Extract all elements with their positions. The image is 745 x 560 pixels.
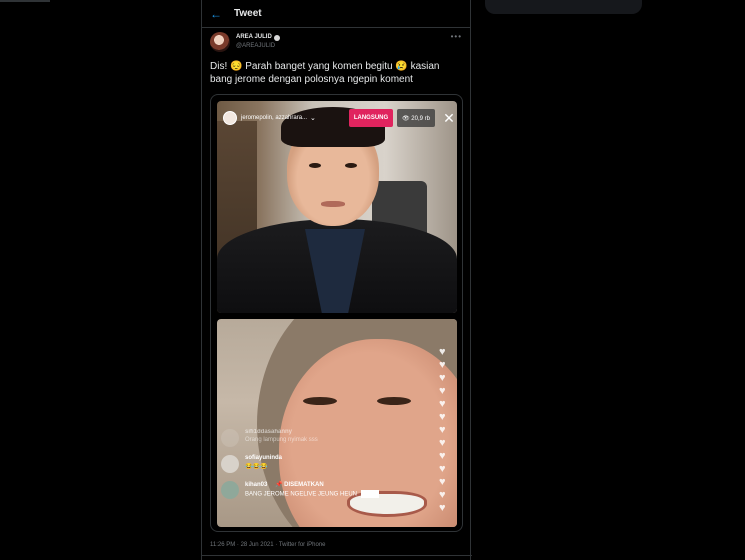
tweet-column: ← Tweet AREA JULID @AREAJULID ••• Dis! 😔… <box>201 0 472 560</box>
comment-item-pinned[interactable]: kihan03 📌 DISEMATKAN BANG JEROME NGELIVE… <box>221 481 421 499</box>
tweet-media[interactable]: jeromepolin, azzahrara... ⌄ LANGSUNG 👁 2… <box>210 94 463 532</box>
comment-user: kihan03 <box>245 482 268 488</box>
commenter-avatar <box>221 481 239 499</box>
heart-icon: ♥ <box>439 476 446 488</box>
live-avatar[interactable] <box>223 111 237 125</box>
page-title: Tweet <box>234 8 262 19</box>
live-video-host: jeromepolin, azzahrara... ⌄ LANGSUNG 👁 2… <box>217 101 457 313</box>
live-badge: LANGSUNG <box>349 109 393 127</box>
commenter-avatar <box>221 455 239 473</box>
avatar[interactable] <box>210 32 230 52</box>
author-names: AREA JULID @AREAJULID <box>236 33 280 51</box>
divider <box>202 555 472 556</box>
tweet-author[interactable]: AREA JULID @AREAJULID <box>210 32 280 52</box>
top-edge-line <box>0 0 50 2</box>
live-video-guest: ♥ ♥ ♥ ♥ ♥ ♥ ♥ ♥ ♥ ♥ ♥ ♥ ♥ sifi1ddasahann… <box>217 319 457 527</box>
more-horizontal-icon[interactable]: ••• <box>451 32 462 41</box>
heart-icon: ♥ <box>439 502 446 514</box>
comment-user: sofiayuninda <box>245 455 283 461</box>
tweet-timestamp[interactable]: 11:26 PM · 28 Jun 2021 · Twitter for iPh… <box>210 542 326 548</box>
person-mouth <box>321 201 345 207</box>
heart-icon: ♥ <box>439 437 446 449</box>
heart-icon: ♥ <box>439 359 446 371</box>
heart-icon: ♥ <box>439 450 446 462</box>
heart-icon: ♥ <box>439 411 446 423</box>
comment-text: 😂😂😂 <box>245 464 268 470</box>
person-eye-left <box>309 163 321 168</box>
heart-icon: ♥ <box>439 346 446 358</box>
author-name[interactable]: AREA JULID <box>236 33 280 42</box>
author-display-name[interactable]: AREA JULID <box>236 33 272 42</box>
live-top-bar: jeromepolin, azzahrara... ⌄ LANGSUNG 👁 2… <box>223 109 455 127</box>
heart-icon: ♥ <box>439 372 446 384</box>
live-participants[interactable]: jeromepolin, azzahrara... <box>241 115 307 121</box>
heart-icon: ♥ <box>439 489 446 501</box>
right-panel-stub <box>485 0 642 14</box>
viewer-count: 👁 20,9 rb <box>397 109 435 127</box>
heart-icon: ♥ <box>439 463 446 475</box>
arrow-left-icon[interactable]: ← <box>210 7 234 21</box>
tweet-header: ← Tweet <box>202 0 470 28</box>
chevron-down-icon[interactable]: ⌄ <box>310 114 316 122</box>
guest-eye-left <box>303 397 337 405</box>
heart-icon: ♥ <box>439 424 446 436</box>
comment-text: Orang lampung nyimak sss <box>245 437 318 443</box>
comment-text-row: BANG JEROME NGELIVE JEUNG HEUN <box>245 490 379 498</box>
guest-eye-right <box>377 397 411 405</box>
comment-item[interactable]: sofiayuninda 😂😂😂 <box>221 455 421 473</box>
comment-text: BANG JEROME NGELIVE JEUNG HEUN <box>245 491 358 498</box>
person-eye-right <box>345 163 357 168</box>
pinned-label: 📌 DISEMATKAN <box>275 482 324 488</box>
verified-icon <box>273 34 280 41</box>
comment-user: sifi1ddasahanny <box>245 429 293 435</box>
tweet-text: Dis! 😔 Parah banget yang komen begitu 😢 … <box>210 61 440 85</box>
author-handle[interactable]: @AREAJULID <box>236 42 280 51</box>
comment-item[interactable]: sifi1ddasahanny Orang lampung nyimak sss <box>221 429 421 447</box>
commenter-avatar <box>221 429 239 447</box>
heart-icon: ♥ <box>439 385 446 397</box>
close-icon[interactable]: ✕ <box>441 109 457 127</box>
hearts-stream: ♥ ♥ ♥ ♥ ♥ ♥ ♥ ♥ ♥ ♥ ♥ ♥ ♥ <box>439 347 453 514</box>
live-comments: sifi1ddasahanny Orang lampung nyimak sss… <box>221 429 421 507</box>
heart-icon: ♥ <box>439 398 446 410</box>
censor-block <box>360 490 379 498</box>
comment-user-row: kihan03 📌 DISEMATKAN <box>245 481 379 488</box>
